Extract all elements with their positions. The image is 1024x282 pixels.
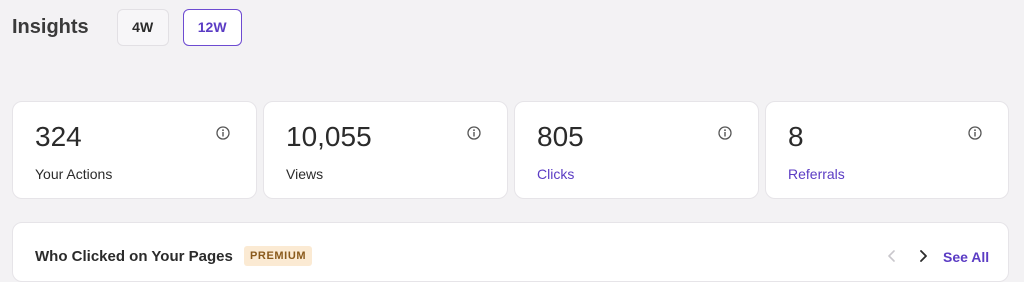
stat-card-referrals: 8 Referrals [765,101,1009,199]
stats-row: 324 Your Actions 10,055 Views 805 Clicks… [12,101,1009,199]
see-all-link[interactable]: See All [943,249,989,265]
chevron-left-icon[interactable] [886,249,898,263]
stat-value: 10,055 [286,121,372,152]
range-4w-button[interactable]: 4W [116,8,169,46]
stat-card-views: 10,055 Views [263,101,508,199]
premium-badge: PREMIUM [244,246,313,266]
stat-card-your-actions: 324 Your Actions [12,101,257,199]
stat-value: 805 [537,121,584,152]
stat-card-clicks: 805 Clicks [514,101,759,199]
stat-value: 324 [35,121,82,152]
section-title: Who Clicked on Your Pages [35,248,233,265]
info-icon[interactable] [216,126,230,140]
info-icon[interactable] [968,126,982,140]
chevron-right-icon[interactable] [917,249,929,263]
who-clicked-card: Who Clicked on Your Pages PREMIUM See Al… [12,222,1009,282]
range-12w-button[interactable]: 12W [182,8,242,46]
info-icon[interactable] [467,126,481,140]
page-title: Insights [12,15,89,38]
stat-label: Views [286,166,324,182]
insights-header: Insights 4W 12W [12,8,242,46]
info-icon[interactable] [718,126,732,140]
referrals-link[interactable]: Referrals [788,166,845,182]
stat-label: Your Actions [35,166,113,182]
clicks-link[interactable]: Clicks [537,166,574,182]
stat-value: 8 [788,121,804,152]
